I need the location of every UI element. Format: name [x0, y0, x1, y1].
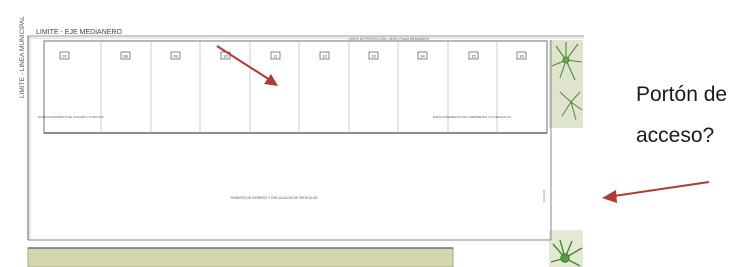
room-number: 07: [62, 54, 67, 59]
annotation-arrow-right: [602, 181, 710, 203]
room-number: 16: [519, 54, 524, 59]
room-number: 12: [322, 54, 327, 59]
annotation-text-line1: Portón de: [636, 83, 728, 106]
bottom-building-band: [27, 247, 454, 267]
room-number: 10: [223, 54, 228, 59]
parking-caption-left: ESTACIONAMIENTO DE COCHES Y/O MOTOS: [38, 115, 103, 119]
side-label: LIMITE - LINEA MUNICIPAL: [19, 16, 26, 98]
plan-title: LIMITE - EJE MEDIANERO: [36, 29, 123, 36]
room-number: 15: [471, 54, 476, 59]
room-number: 14: [420, 54, 425, 59]
room-number: 13: [371, 54, 376, 59]
driveway-caption: SENDERO DE INGRESO Y CIRCULACION DE VEHI…: [230, 196, 317, 200]
room-number: 08: [123, 54, 128, 59]
room-number: 09: [173, 54, 178, 59]
plan-top-note: LIMITE DE PROTECCIÓN - NIVEL PLAZA MEDIA…: [349, 36, 430, 41]
right-vertical-note: ACCESO: [542, 189, 546, 202]
annotation-text-line2: acceso?: [636, 124, 715, 147]
parking-caption-right: ESTACIONAMIENTO DE CAMIONETAS Y/O VEHICU…: [433, 115, 511, 119]
